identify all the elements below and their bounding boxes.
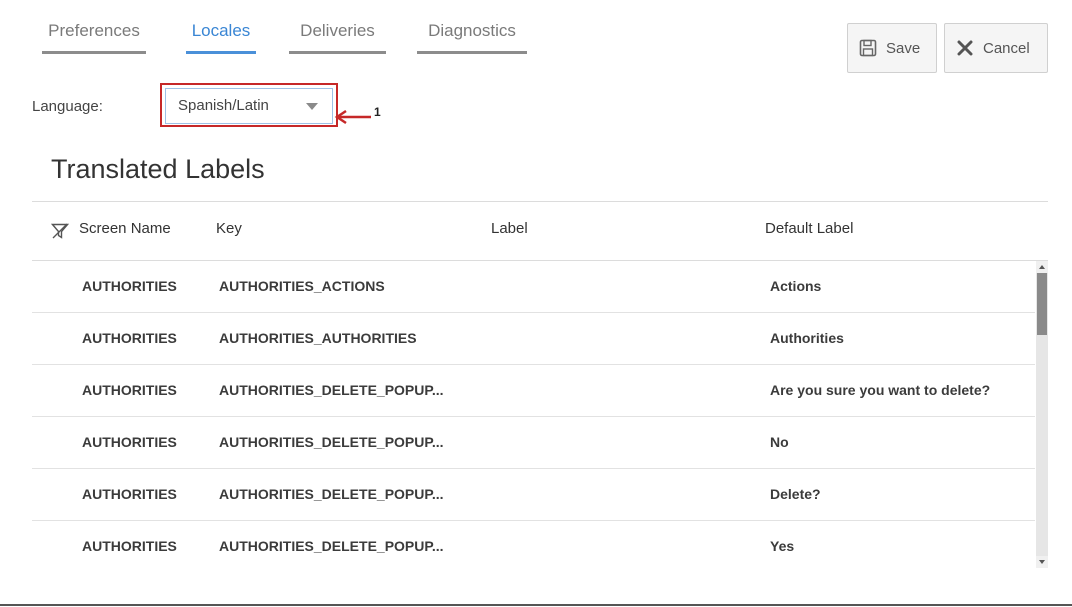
annotation-number: 1 [374, 105, 381, 119]
cell-default-label: Yes [770, 538, 795, 554]
column-header-key[interactable]: Key [216, 220, 242, 237]
cell-default-label: Delete? [770, 486, 821, 502]
section-title: Translated Labels [51, 154, 265, 184]
table-row[interactable]: AUTHORITIES AUTHORITIES_DELETE_POPUP... … [32, 365, 1035, 417]
save-button[interactable]: Save [847, 23, 937, 73]
cell-key: AUTHORITIES_AUTHORITIES [219, 330, 417, 346]
tab-preferences[interactable]: Preferences [42, 18, 146, 54]
scroll-down-icon[interactable] [1036, 556, 1048, 568]
cell-key: AUTHORITIES_DELETE_POPUP... [219, 538, 444, 554]
filter-icon[interactable] [51, 222, 69, 240]
divider [32, 201, 1048, 202]
cell-key: AUTHORITIES_DELETE_POPUP... [219, 382, 444, 398]
divider [0, 604, 1072, 606]
column-header-default-label[interactable]: Default Label [765, 220, 853, 237]
cell-key: AUTHORITIES_DELETE_POPUP... [219, 434, 444, 450]
tab-locales[interactable]: Locales [186, 18, 256, 54]
cell-screen-name: AUTHORITIES [82, 538, 177, 554]
annotation-arrow-icon [334, 109, 371, 125]
cell-default-label: Actions [770, 278, 822, 294]
cell-screen-name: AUTHORITIES [82, 278, 177, 294]
tab-deliveries[interactable]: Deliveries [289, 18, 386, 54]
cell-key: AUTHORITIES_ACTIONS [219, 278, 385, 294]
table-row[interactable]: AUTHORITIES AUTHORITIES_DELETE_POPUP... … [32, 417, 1035, 469]
language-label: Language: [32, 98, 103, 115]
language-selected-value: Spanish/Latin [178, 97, 269, 114]
cell-screen-name: AUTHORITIES [82, 330, 177, 346]
chevron-down-icon [306, 103, 318, 110]
column-header-label[interactable]: Label [491, 220, 528, 237]
cancel-button[interactable]: Cancel [944, 23, 1048, 73]
scrollbar-thumb[interactable] [1037, 273, 1047, 335]
column-header-screen-name[interactable]: Screen Name [79, 220, 171, 237]
cell-default-label: No [770, 434, 789, 450]
cell-default-label: Authorities [770, 330, 844, 346]
save-label: Save [886, 39, 921, 57]
tab-diagnostics[interactable]: Diagnostics [417, 18, 527, 54]
table-row[interactable]: AUTHORITIES AUTHORITIES_AUTHORITIES Auth… [32, 313, 1035, 365]
cell-screen-name: AUTHORITIES [82, 434, 177, 450]
table-row[interactable]: AUTHORITIES AUTHORITIES_DELETE_POPUP... … [32, 521, 1035, 568]
table-row[interactable]: AUTHORITIES AUTHORITIES_DELETE_POPUP... … [32, 469, 1035, 521]
cell-screen-name: AUTHORITIES [82, 382, 177, 398]
cell-default-label: Are you sure you want to delete? [770, 382, 991, 398]
floppy-disk-icon [858, 38, 878, 58]
table-row[interactable]: AUTHORITIES AUTHORITIES_ACTIONS Actions [32, 261, 1035, 313]
cell-key: AUTHORITIES_DELETE_POPUP... [219, 486, 444, 502]
language-select[interactable]: Spanish/Latin [165, 88, 333, 124]
cancel-label: Cancel [983, 39, 1030, 57]
cell-screen-name: AUTHORITIES [82, 486, 177, 502]
table-body: AUTHORITIES AUTHORITIES_ACTIONS Actions … [32, 261, 1035, 568]
scroll-up-icon[interactable] [1036, 261, 1048, 273]
vertical-scrollbar[interactable] [1036, 261, 1048, 568]
close-icon [955, 38, 975, 58]
